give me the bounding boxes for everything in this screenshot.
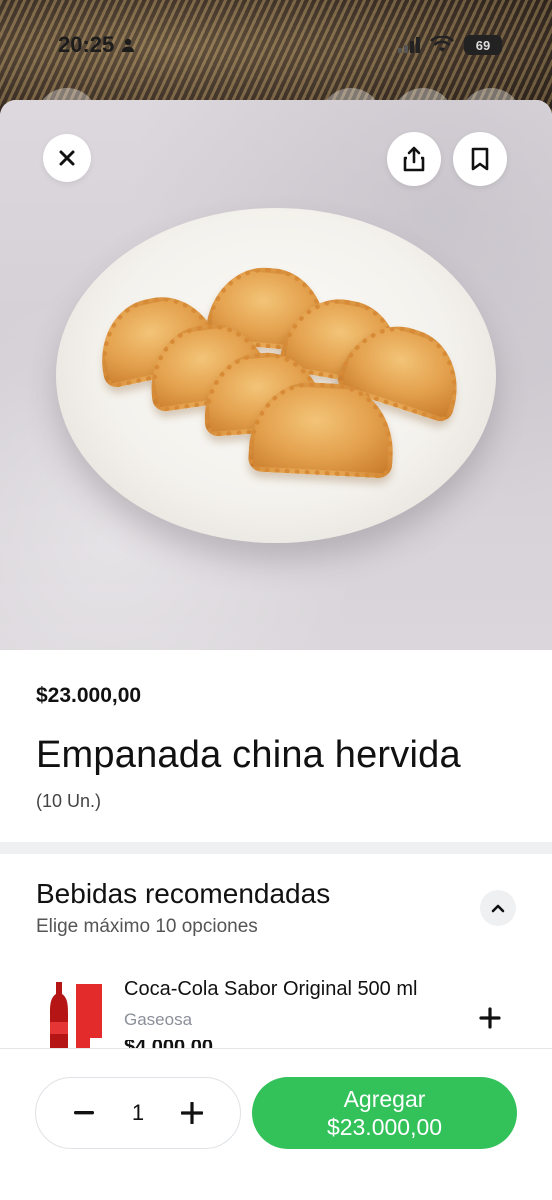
product-price: $4.000,00 xyxy=(124,1040,213,1048)
status-indicators: 69 xyxy=(398,35,502,55)
close-icon xyxy=(59,150,75,166)
status-time: 20:25 xyxy=(58,32,136,58)
add-to-cart-button[interactable]: Agregar $23.000,00 xyxy=(252,1077,517,1149)
section-subtitle: Elige máximo 10 opciones xyxy=(36,916,258,937)
bookmark-icon xyxy=(471,147,489,171)
section-divider xyxy=(0,842,552,854)
quantity-value: 1 xyxy=(131,1100,145,1125)
quantity-stepper: 1 xyxy=(35,1077,241,1149)
add-item-button[interactable] xyxy=(472,1000,508,1036)
increase-quantity-button[interactable] xyxy=(180,1101,204,1125)
close-button[interactable] xyxy=(43,134,91,182)
product-thumbnail xyxy=(50,982,102,1058)
product-detail-sheet: $23.000,00 Empanada china hervida (10 Un… xyxy=(0,100,552,1200)
decrease-quantity-button[interactable] xyxy=(72,1101,96,1125)
list-item[interactable]: Coca-Cola Sabor Original 500 ml Gaseosa … xyxy=(36,978,516,1058)
share-icon xyxy=(403,146,425,172)
cellular-signal-icon xyxy=(398,37,420,53)
minus-icon xyxy=(74,1111,94,1115)
product-unit: (10 Un.) xyxy=(36,791,102,811)
collapse-section-button[interactable] xyxy=(480,890,516,926)
add-to-cart-total: $23.000,00 xyxy=(326,1114,443,1140)
share-button[interactable] xyxy=(387,132,441,186)
bookmark-button[interactable] xyxy=(453,132,507,186)
plus-icon xyxy=(479,1007,501,1029)
product-image xyxy=(0,100,552,650)
plus-icon xyxy=(181,1102,203,1124)
section-title: Bebidas recomendadas xyxy=(36,878,331,909)
product-price: $23.000,00 xyxy=(36,684,142,707)
product-info: $23.000,00 Empanada china hervida (10 Un… xyxy=(0,650,552,812)
person-icon xyxy=(122,38,135,52)
wifi-icon xyxy=(430,36,454,52)
battery-indicator: 69 xyxy=(464,35,502,55)
product-title: Empanada china hervida xyxy=(36,734,461,776)
add-to-cart-label: Agregar xyxy=(343,1086,426,1112)
chevron-up-icon xyxy=(491,904,505,913)
product-name: Coca-Cola Sabor Original 500 ml xyxy=(124,978,418,1000)
product-category: Gaseosa xyxy=(124,1010,193,1029)
status-bar: 20:25 69 xyxy=(0,28,552,62)
bottom-action-bar: 1 Agregar $23.000,00 xyxy=(0,1048,552,1200)
recommended-drinks-section: Bebidas recomendadas Elige máximo 10 opc… xyxy=(0,854,552,1058)
